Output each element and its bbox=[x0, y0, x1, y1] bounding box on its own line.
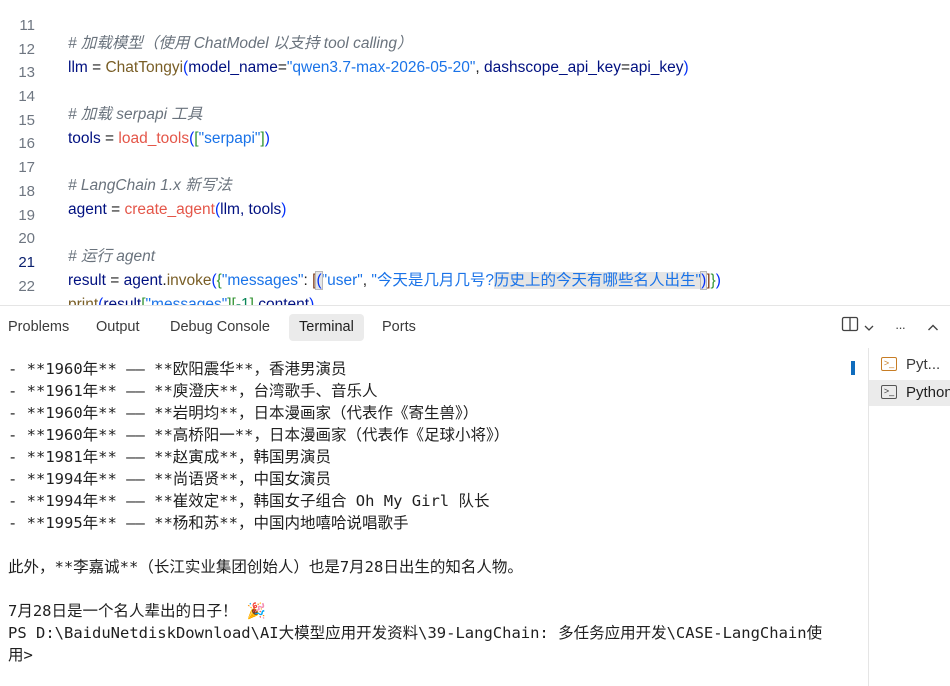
code-line: 13 bbox=[0, 43, 950, 81]
tab-terminal[interactable]: Terminal bbox=[289, 314, 364, 341]
terminal-line: - **1961年** —— **庾澄庆**，台湾歌手、音乐人 bbox=[8, 382, 378, 400]
terminal-line: - **1994年** —— **崔效定**，韩国女子组合 Oh My Girl… bbox=[8, 492, 490, 510]
tab-ports[interactable]: Ports bbox=[372, 314, 426, 341]
code-editor[interactable]: 11 # 加载模型（使用 ChatModel 以支持 tool calling）… bbox=[0, 0, 950, 305]
code-line: 11 # 加载模型（使用 ChatModel 以支持 tool calling） bbox=[0, 0, 950, 52]
terminal-list-item[interactable]: >_ Pyt... bbox=[869, 352, 950, 378]
scroll-marker bbox=[851, 361, 855, 375]
code-line: 20 # 运行 agent bbox=[0, 209, 950, 265]
code-line: 18 agent = create_agent(llm, tools) bbox=[0, 162, 950, 218]
terminal-list-item-active[interactable]: >_ Python bbox=[869, 380, 950, 406]
tab-debug-console[interactable]: Debug Console bbox=[160, 314, 280, 341]
code-line: 14 # 加载 serpapi 工具 bbox=[0, 67, 950, 123]
terminal-icon: >_ bbox=[881, 357, 897, 371]
code-line: 12 llm = ChatTongyi(model_name="qwen3.7-… bbox=[0, 20, 950, 76]
bottom-panel: Problems Output Debug Console Terminal P… bbox=[0, 305, 950, 686]
tab-output[interactable]: Output bbox=[86, 314, 150, 341]
tab-problems[interactable]: Problems bbox=[0, 314, 79, 341]
terminal-list: >_ Pyt... >_ Python bbox=[868, 348, 950, 686]
code-line: 17 # LangChain 1.x 新写法 bbox=[0, 138, 950, 194]
chevron-up-icon[interactable] bbox=[921, 316, 945, 340]
code-line: 19 bbox=[0, 186, 950, 224]
terminal-line: - **1960年** —— **高桥阳一**，日本漫画家（代表作《足球小将》） bbox=[8, 426, 510, 444]
code-line: 15 tools = load_tools(["serpapi"]) bbox=[0, 91, 950, 147]
terminal-line: 7月28日是一个名人辈出的日子！ 🎉 bbox=[8, 602, 267, 620]
terminal-line: - **1994年** —— **尚语贤**，中国女演员 bbox=[8, 470, 331, 488]
terminal-line: - **1960年** —— **岩明均**，日本漫画家（代表作《寄生兽》） bbox=[8, 404, 479, 422]
terminal-icon: >_ bbox=[881, 385, 897, 399]
terminal-line: 此外，**李嘉诚**（长江实业集团创始人）也是7月28日出生的知名人物。 bbox=[8, 558, 523, 576]
terminal-line: - **1995年** —— **杨和苏**，中国内地嘻哈说唱歌手 bbox=[8, 514, 409, 532]
more-icon[interactable]: ··· bbox=[888, 316, 912, 340]
code-line: 23 bbox=[0, 281, 950, 305]
terminal-prompt: 用> bbox=[8, 646, 33, 664]
terminal-line: - **1981年** —— **赵寅成**，韩国男演员 bbox=[8, 448, 331, 466]
code-line: 16 bbox=[0, 114, 950, 152]
terminal-prompt: PS D:\BaiduNetdiskDownload\AI大模型应用开发资料\3… bbox=[8, 624, 823, 642]
panel-tabs: Problems Output Debug Console Terminal P… bbox=[0, 306, 950, 348]
terminal-line: - **1960年** —— **欧阳震华**，香港男演员 bbox=[8, 360, 347, 378]
chevron-down-icon[interactable] bbox=[857, 316, 881, 340]
code-line: 22 print(result["messages"][-1].content) bbox=[0, 257, 950, 305]
code-line-active: 21 result = agent.invoke({"messages": [(… bbox=[0, 233, 950, 290]
terminal-output[interactable]: - **1960年** —— **欧阳震华**，香港男演员 - **1961年*… bbox=[8, 358, 848, 666]
